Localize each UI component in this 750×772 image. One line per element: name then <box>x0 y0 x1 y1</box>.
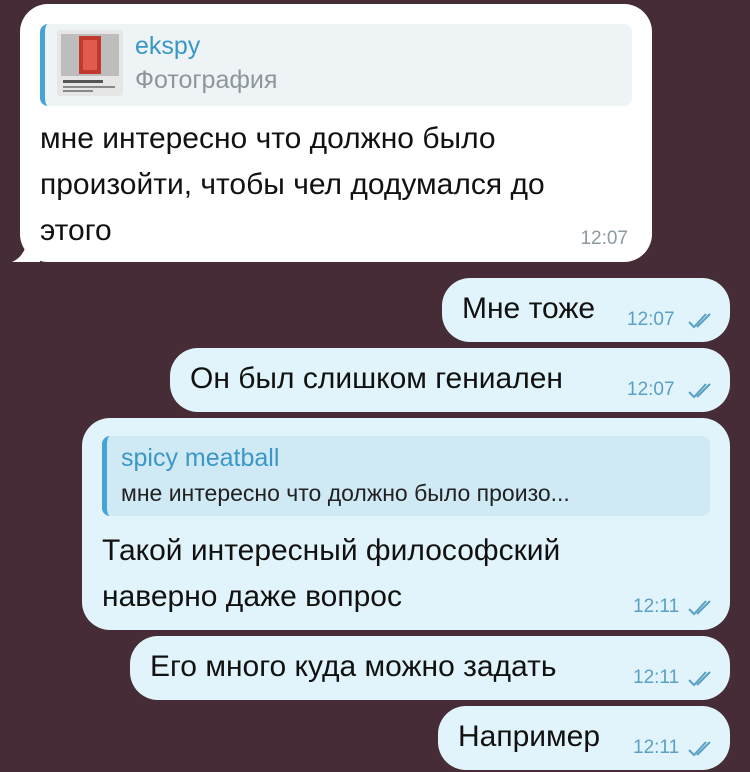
message-text: Мне тоже <box>462 292 596 325</box>
reply-photo-thumbnail <box>57 30 123 96</box>
message-bubble-outgoing[interactable]: spicy meatball мне интересно что должно … <box>82 418 730 630</box>
message-bubble-outgoing[interactable]: Мне тоже 12:07 <box>442 278 730 342</box>
message-text: Он был слишком гениален <box>190 362 563 395</box>
reply-preview-text: мне интересно что должно было произо... <box>121 480 570 506</box>
reply-author: ekspy <box>135 32 201 60</box>
message-bubble-incoming[interactable]: ekspy Фотография мне интересно что должн… <box>20 4 652 262</box>
read-checkmarks-icon <box>688 741 711 757</box>
message-text: мне интересно что должно было произойти,… <box>40 122 545 247</box>
reply-author: spicy meatball <box>121 444 280 472</box>
message-text: Его много куда можно задать <box>150 650 557 683</box>
read-checkmarks-icon <box>688 313 711 329</box>
message-time: 12:07 <box>627 379 675 400</box>
reply-preview-text: Фотография <box>135 66 278 94</box>
reply-preview[interactable]: ekspy Фотография <box>40 24 632 106</box>
message-text: Например <box>458 720 601 753</box>
message-time: 12:11 <box>633 596 680 617</box>
message-time: 12:11 <box>633 737 680 758</box>
reply-preview[interactable]: spicy meatball мне интересно что должно … <box>102 436 710 516</box>
message-bubble-outgoing[interactable]: Например 12:11 <box>438 706 730 770</box>
message-text: Такой интересный философский наверно даж… <box>102 534 561 613</box>
photo-thumbnail-image <box>57 30 123 96</box>
message-bubble-outgoing[interactable]: Он был слишком гениален 12:07 <box>170 348 730 412</box>
read-checkmarks-icon <box>688 383 711 399</box>
message-bubble-outgoing[interactable]: Его много куда можно задать 12:11 <box>130 636 730 700</box>
read-checkmarks-icon <box>688 600 711 616</box>
read-checkmarks-icon <box>688 671 711 687</box>
message-time: 12:07 <box>580 228 628 249</box>
bubble-tail <box>12 236 40 262</box>
message-time: 12:11 <box>633 667 680 688</box>
message-time: 12:07 <box>627 309 675 330</box>
